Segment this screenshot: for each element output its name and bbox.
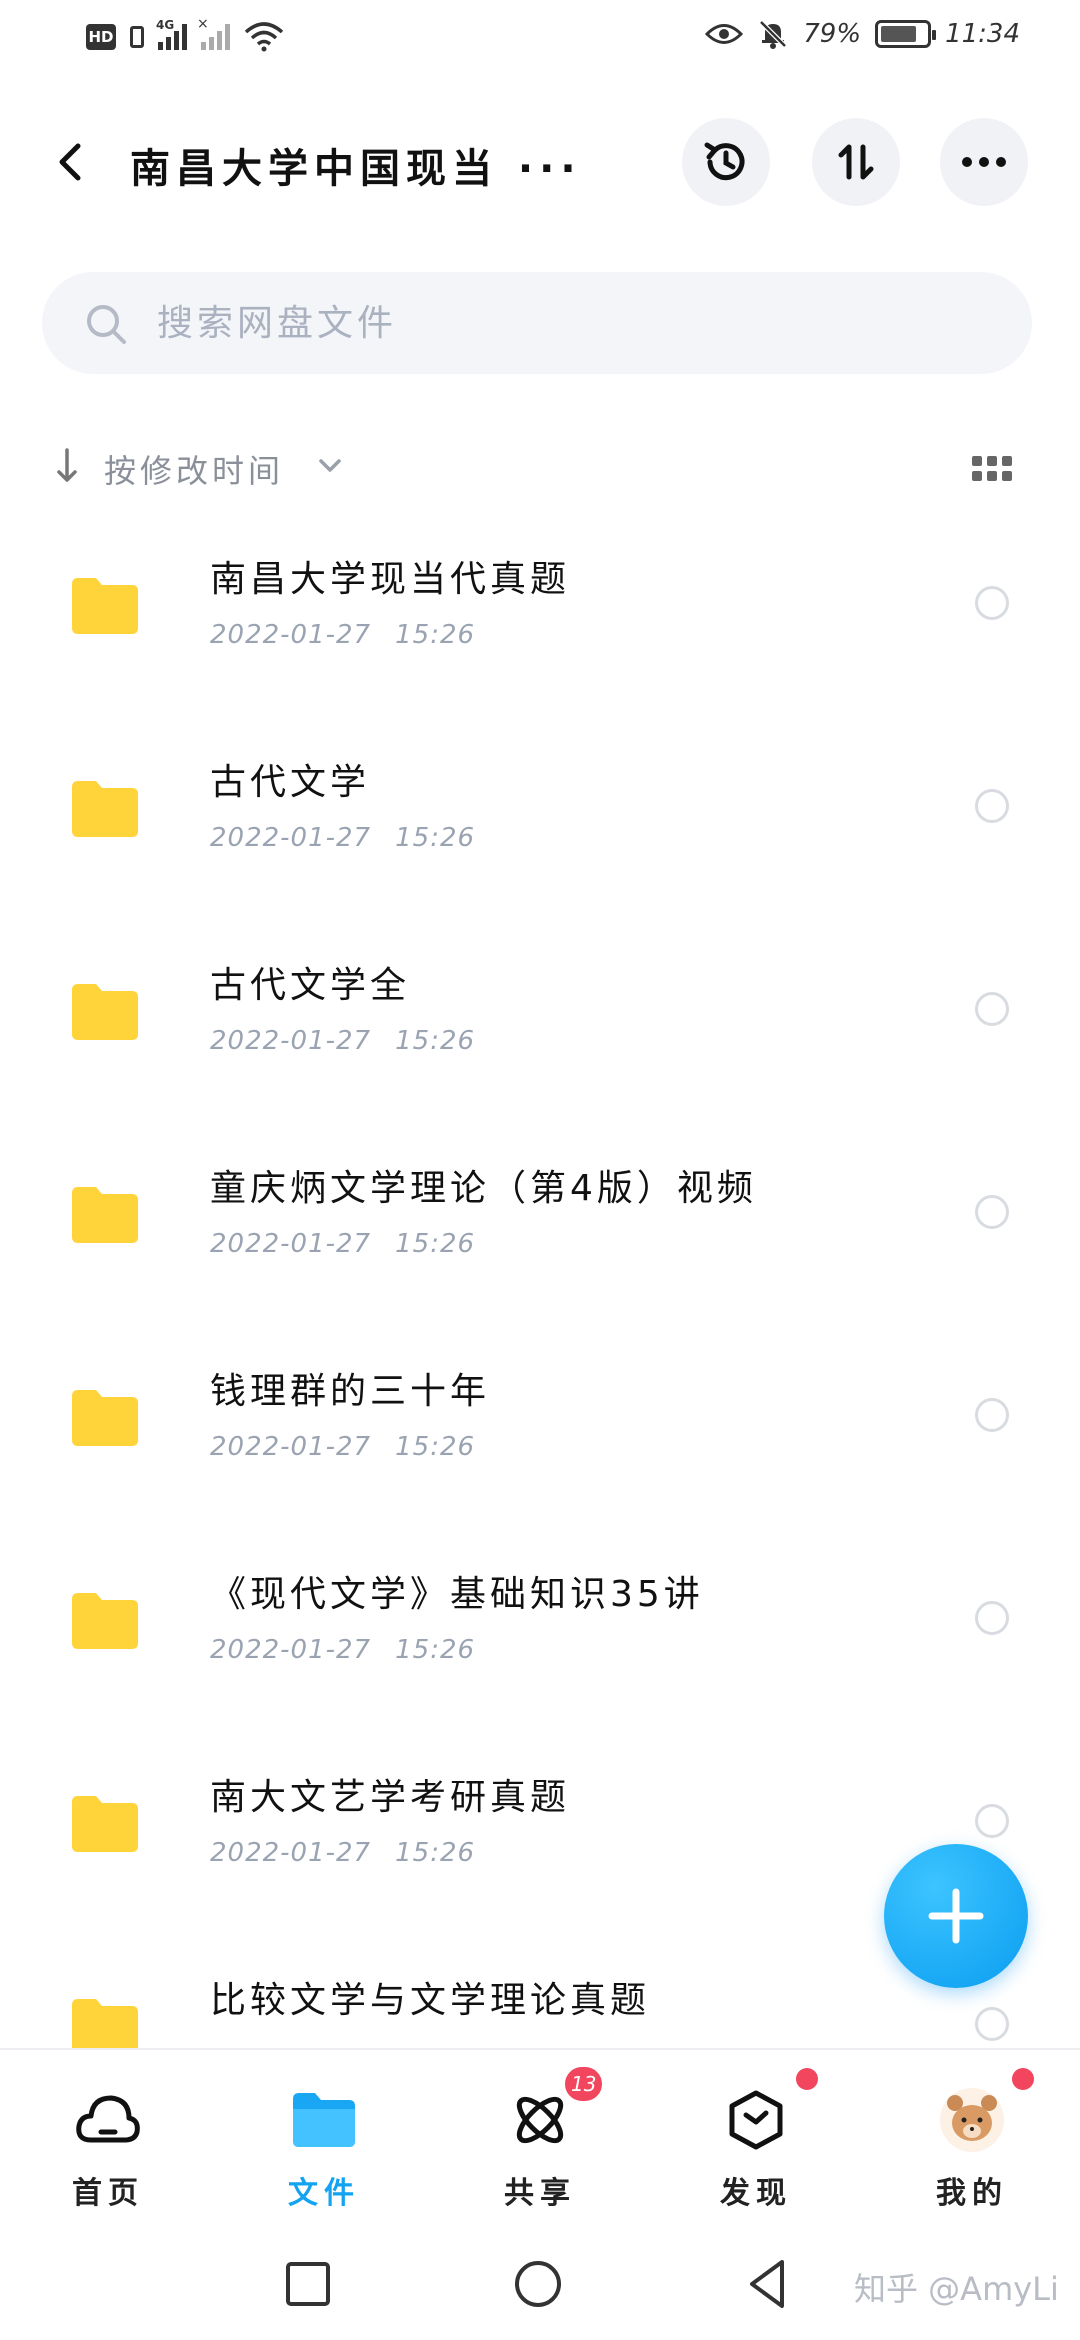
file-name: 南大文艺学考研真题 [210,1777,571,1818]
folder-icon [72,984,138,1040]
search-bar[interactable] [42,272,1032,374]
folder-icon [72,1999,138,2050]
more-icon [962,157,1006,167]
signal-weak-icon: × [197,16,230,50]
folder-icon [72,578,138,634]
recent-apps-icon[interactable] [278,2254,338,2314]
sort-toggle-icon [838,144,874,180]
chevron-down-icon[interactable] [318,458,342,474]
nav-label: 发现 [720,2176,792,2211]
history-button[interactable] [682,118,770,206]
nav-label: 文件 [288,2176,360,2211]
more-button[interactable] [940,118,1028,206]
nav-label: 共享 [504,2176,576,2211]
header: 南昌大学中国现当 ··· [0,112,1080,212]
nav-files[interactable]: 文件 [216,2050,432,2230]
discover-dot [796,2068,818,2090]
file-date: 2022-01-27 15:26 [210,1026,476,1056]
select-radio[interactable] [975,992,1009,1026]
network-type: 4G [156,18,175,32]
signal-icon: 4G [156,18,187,50]
select-radio[interactable] [975,586,1009,620]
file-date: 2022-01-27 15:26 [210,1635,476,1665]
file-date: 2022-01-27 15:26 [210,1229,476,1259]
bear-avatar-icon [938,2086,1006,2154]
select-radio[interactable] [975,1398,1009,1432]
folder-icon [72,1796,138,1852]
file-name: 古代文学 [210,762,371,803]
history-icon [704,142,745,181]
hd-badge: HD [86,24,116,50]
wifi-icon [244,22,284,52]
file-date: 2022-01-27 15:26 [210,823,476,853]
back-arrow-icon[interactable] [50,140,94,184]
select-radio[interactable] [975,1195,1009,1229]
folder-icon [72,1187,138,1243]
file-date: 2022-01-27 15:26 [210,620,476,650]
add-button[interactable] [884,1844,1028,1988]
folder-icon [290,2086,358,2154]
battery-percent: 79% [803,19,862,49]
select-radio[interactable] [975,789,1009,823]
plus-icon [928,1888,984,1944]
file-name: 古代文学全 [210,965,411,1006]
status-bar: HD 4G × 79% 11:34 [0,0,1080,84]
nav-share[interactable]: 13 共享 [432,2050,648,2230]
bottom-nav: 首页 文件 13 共享 发现 我的 [0,2048,1080,2228]
file-name: 钱理群的三十年 [210,1371,491,1412]
sort-arrow-icon[interactable] [56,448,78,484]
nav-label: 我的 [936,2176,1008,2211]
system-nav: 知乎 @AmyLi [0,2228,1080,2340]
back-triangle-icon[interactable] [738,2254,798,2314]
nav-label: 首页 [72,2176,144,2211]
select-radio[interactable] [975,1601,1009,1635]
folder-icon [72,1390,138,1446]
folder-icon [72,781,138,837]
cloud-icon [74,2086,142,2154]
clock: 11:34 [945,19,1020,49]
home-circle-icon[interactable] [508,2254,568,2314]
status-right: 79% 11:34 [705,18,1020,50]
folder-icon [72,1593,138,1649]
file-row[interactable]: 南昌大学现当代真题 2022-01-27 15:26 [0,520,1080,723]
watermark: 知乎 @AmyLi [854,2270,1059,2308]
file-name: 童庆炳文学理论（第4版）视频 [210,1168,757,1209]
battery-icon [875,20,937,48]
mute-bell-icon [759,20,788,49]
select-radio[interactable] [975,1804,1009,1838]
search-input[interactable] [157,272,977,374]
nav-me[interactable]: 我的 [864,2050,1080,2230]
nav-home[interactable]: 首页 [0,2050,216,2230]
file-row[interactable]: 钱理群的三十年 2022-01-27 15:26 [0,1332,1080,1535]
sort-label[interactable]: 按修改时间 [104,446,284,492]
file-name: 南昌大学现当代真题 [210,559,571,600]
share-atom-icon [506,2086,574,2154]
status-left: HD 4G × [86,16,284,52]
profile-dot [1012,2068,1034,2090]
file-date: 2022-01-27 15:26 [210,1432,476,1462]
file-list: 南昌大学现当代真题 2022-01-27 15:26 古代文学 2022-01-2… [0,520,1080,2050]
file-row[interactable]: 童庆炳文学理论（第4版）视频 2022-01-27 15:26 [0,1129,1080,1332]
sim-icon [130,26,144,48]
search-icon [87,305,126,344]
select-radio[interactable] [975,2007,1009,2041]
discover-cube-icon [722,2086,790,2154]
file-name: 《现代文学》基础知识35讲 [210,1574,704,1615]
transfer-button[interactable] [812,118,900,206]
file-row[interactable]: 《现代文学》基础知识35讲 2022-01-27 15:26 [0,1535,1080,1738]
file-name: 比较文学与文学理论真题 [210,1980,651,2021]
nav-discover[interactable]: 发现 [648,2050,864,2230]
page-title: 南昌大学中国现当 ··· [130,146,582,192]
file-date: 2022-01-27 15:26 [210,1838,476,1868]
grid-view-icon[interactable] [972,456,1012,482]
eye-icon [705,24,744,44]
file-row[interactable]: 古代文学全 2022-01-27 15:26 [0,926,1080,1129]
file-row[interactable]: 古代文学 2022-01-27 15:26 [0,723,1080,926]
share-badge: 13 [562,2064,606,2104]
